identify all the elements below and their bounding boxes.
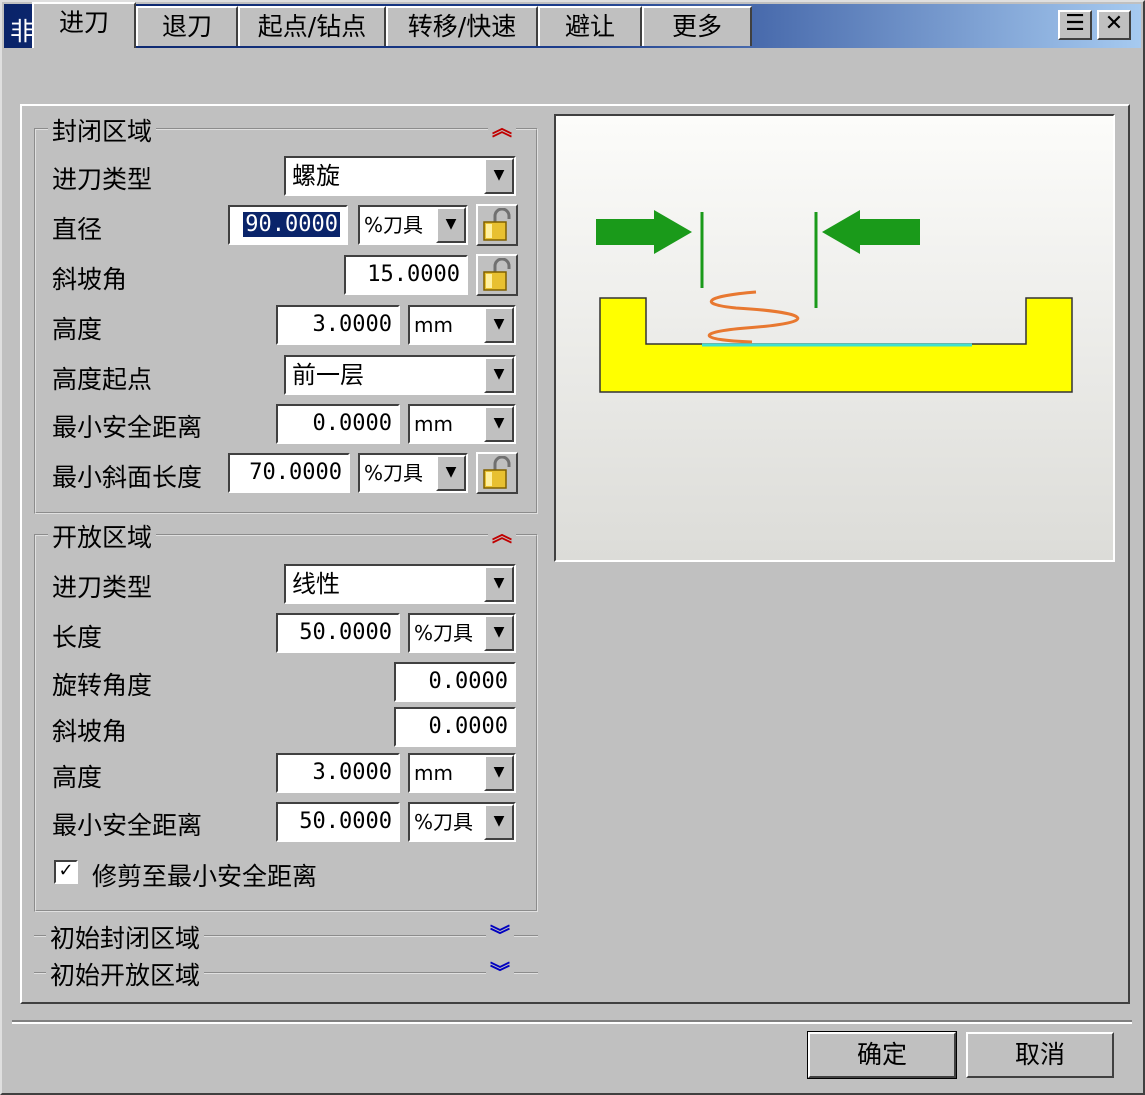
open-engage-type-select[interactable]: 线性 ▼: [284, 564, 516, 604]
dropdown-arrow-icon[interactable]: ▼: [484, 615, 514, 651]
open-length-label: 长度: [52, 623, 103, 652]
closed-diameter-value: 90.0000: [243, 212, 340, 237]
unlock-icon[interactable]: [476, 452, 518, 494]
open-engage-type-value: 线性: [292, 570, 340, 598]
closed-diameter-label: 直径: [52, 215, 103, 244]
open-region-title: 开放区域: [48, 518, 157, 554]
dropdown-arrow-icon[interactable]: ▼: [484, 307, 514, 343]
dialog-window: 非切削移动 ☰ ✕ 进刀 退刀 起点/钻点 转移/快速 避让 更多 封闭区域 ︽…: [0, 0, 1145, 1095]
open-length-unit-value: %刀具: [414, 621, 474, 645]
open-height-unit-select[interactable]: mm ▼: [408, 753, 516, 793]
closed-min-ramp-length-unit-select[interactable]: %刀具 ▼: [358, 453, 468, 493]
open-height-unit-value: mm: [414, 761, 453, 785]
engage-preview-image: [554, 114, 1115, 562]
unlock-icon[interactable]: [476, 254, 518, 296]
expand-chevron-icon[interactable]: ︾: [486, 925, 514, 945]
closed-min-ramp-length-input[interactable]: 70.0000: [228, 453, 350, 493]
cancel-button[interactable]: 取消: [966, 1032, 1114, 1078]
closed-diameter-unit-select[interactable]: %刀具 ▼: [358, 205, 468, 245]
footer-divider: [12, 1020, 1132, 1024]
dropdown-arrow-icon[interactable]: ▼: [484, 158, 514, 194]
closed-height-label: 高度: [52, 315, 103, 344]
closed-ramp-angle-input[interactable]: 15.0000: [344, 255, 468, 295]
open-height-input[interactable]: 3.0000: [276, 753, 400, 793]
open-engage-type-label: 进刀类型: [52, 573, 153, 602]
tab-engage[interactable]: 进刀: [32, 2, 136, 48]
closed-height-from-value: 前一层: [292, 361, 364, 389]
open-height-label: 高度: [52, 763, 103, 792]
dropdown-arrow-icon[interactable]: ▼: [484, 566, 514, 602]
dropdown-arrow-icon[interactable]: ▼: [484, 406, 514, 442]
open-rotation-angle-label: 旋转角度: [52, 671, 153, 700]
collapse-chevron-icon[interactable]: ︽: [488, 118, 516, 138]
open-ramp-angle-input[interactable]: 0.0000: [394, 707, 516, 747]
closed-height-from-label: 高度起点: [52, 365, 153, 394]
open-min-clearance-input[interactable]: 50.0000: [276, 802, 400, 842]
closed-height-from-select[interactable]: 前一层 ▼: [284, 355, 516, 395]
closed-min-clearance-unit-select[interactable]: mm ▼: [408, 404, 516, 444]
dropdown-arrow-icon[interactable]: ▼: [484, 357, 514, 393]
unlock-icon[interactable]: [476, 204, 518, 246]
closed-height-unit-value: mm: [414, 313, 453, 337]
closed-diameter-input[interactable]: 90.0000: [228, 205, 348, 245]
closed-ramp-angle-label: 斜坡角: [52, 265, 128, 294]
initial-closed-region-group[interactable]: 初始封闭区域 ︾: [34, 919, 538, 955]
closed-engage-type-value: 螺旋: [292, 162, 340, 190]
open-rotation-angle-input[interactable]: 0.0000: [394, 662, 516, 702]
trim-label: 修剪至最小安全距离: [92, 862, 318, 891]
tab-avoidance[interactable]: 避让: [538, 6, 642, 46]
open-ramp-angle-label: 斜坡角: [52, 717, 128, 746]
closed-height-unit-select[interactable]: mm ▼: [408, 305, 516, 345]
close-icon[interactable]: ✕: [1097, 10, 1131, 40]
closed-min-clearance-input[interactable]: 0.0000: [276, 404, 400, 444]
tab-more[interactable]: 更多: [642, 6, 752, 46]
open-min-clearance-unit-value: %刀具: [414, 810, 474, 834]
tab-transfer-rapid[interactable]: 转移/快速: [386, 6, 538, 46]
ok-button[interactable]: 确定: [807, 1031, 957, 1079]
closed-region-title: 封闭区域: [48, 112, 157, 148]
expand-chevron-icon[interactable]: ︾: [486, 962, 514, 982]
open-min-clearance-unit-select[interactable]: %刀具 ▼: [408, 802, 516, 842]
tab-start-drill-points[interactable]: 起点/钻点: [238, 6, 386, 46]
dropdown-arrow-icon[interactable]: ▼: [436, 207, 466, 243]
closed-min-ramp-length-unit-value: %刀具: [364, 461, 424, 485]
tab-retract[interactable]: 退刀: [136, 6, 238, 46]
closed-min-clearance-unit-value: mm: [414, 412, 453, 436]
open-length-unit-select[interactable]: %刀具 ▼: [408, 613, 516, 653]
closed-engage-type-label: 进刀类型: [52, 165, 153, 194]
closed-min-clearance-label: 最小安全距离: [52, 413, 203, 442]
closed-engage-type-select[interactable]: 螺旋 ▼: [284, 156, 516, 196]
closed-min-ramp-length-label: 最小斜面长度: [52, 463, 203, 492]
open-length-input[interactable]: 50.0000: [276, 613, 400, 653]
initial-open-region-title: 初始开放区域: [46, 956, 205, 992]
trim-checkbox[interactable]: ✓: [54, 860, 78, 884]
open-min-clearance-label: 最小安全距离: [52, 811, 203, 840]
dropdown-arrow-icon[interactable]: ▼: [436, 455, 466, 491]
collapse-chevron-icon[interactable]: ︽: [488, 524, 516, 544]
closed-height-input[interactable]: 3.0000: [276, 305, 400, 345]
initial-open-region-group[interactable]: 初始开放区域 ︾: [34, 956, 538, 992]
menu-icon[interactable]: ☰: [1058, 10, 1092, 40]
closed-diameter-unit-value: %刀具: [364, 213, 424, 237]
dropdown-arrow-icon[interactable]: ▼: [484, 804, 514, 840]
dropdown-arrow-icon[interactable]: ▼: [484, 755, 514, 791]
initial-closed-region-title: 初始封闭区域: [46, 919, 205, 955]
